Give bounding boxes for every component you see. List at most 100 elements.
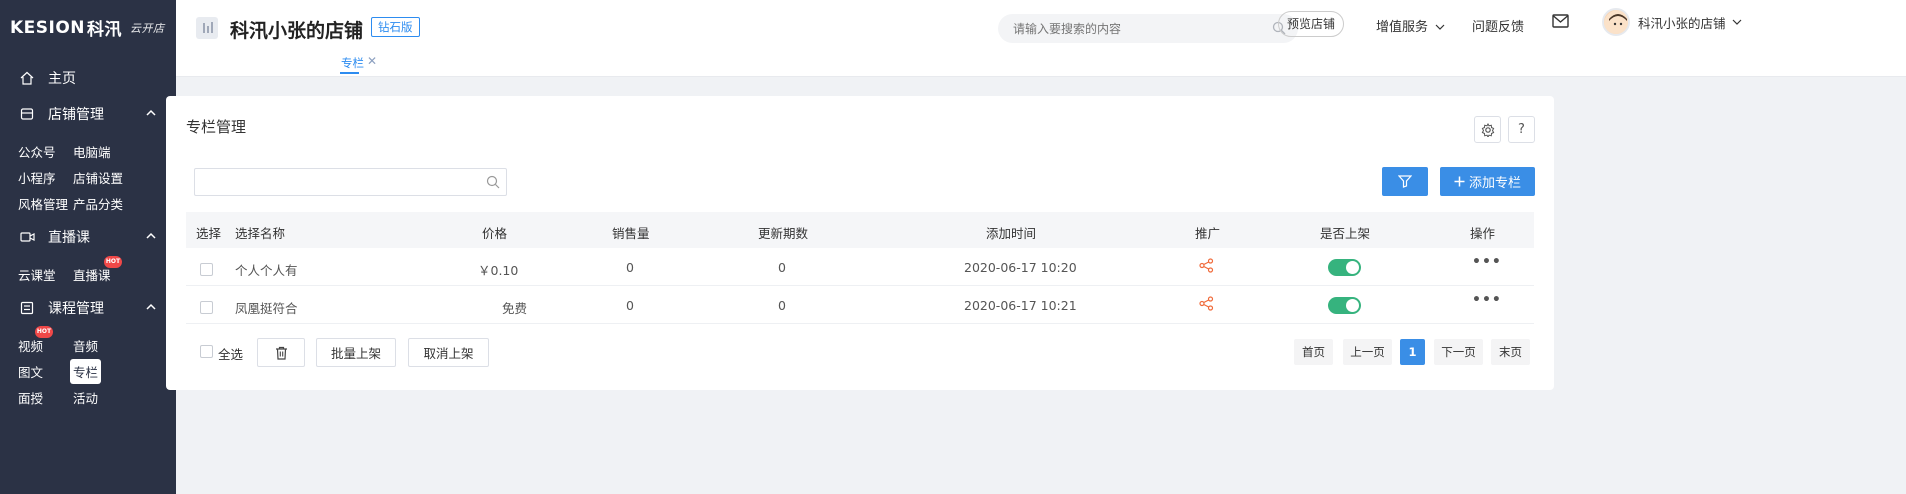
share-icon[interactable]	[1199, 258, 1214, 276]
chevron-up-icon	[146, 109, 156, 116]
add-column-label: 添加专栏	[1468, 176, 1521, 191]
row-name: 个人个人有	[235, 263, 298, 278]
col-promote: 推广	[1195, 226, 1221, 241]
sidebar-subitem-column[interactable]: 专栏	[70, 359, 102, 384]
tab-column[interactable]: 专栏	[341, 55, 364, 71]
sidebar-item-label: 主页	[48, 71, 76, 87]
table-row: 凤凰挺符合 免费 0 0 2020-06-17 10:21 •••	[186, 286, 1534, 324]
value-added-label: 增值服务	[1376, 20, 1429, 35]
hot-badge: HOT	[104, 256, 122, 268]
delete-button[interactable]	[257, 338, 305, 367]
store-title: 科汛小张的店铺	[230, 20, 364, 42]
row-issues: 0	[778, 260, 786, 275]
chevron-up-icon	[146, 232, 156, 239]
select-all-label[interactable]: 全选	[218, 344, 243, 363]
logo-sub: 云开店	[130, 21, 165, 35]
page-next[interactable]: 下一页	[1434, 339, 1483, 365]
help-button[interactable]: ?	[1508, 116, 1535, 143]
search-icon[interactable]	[486, 175, 500, 193]
sidebar-subitem-activity[interactable]: 活动	[70, 385, 101, 410]
sidebar-item-course-mgmt[interactable]: 课程管理	[0, 288, 176, 328]
feedback-link[interactable]: 问题反馈	[1472, 16, 1524, 35]
mail-icon[interactable]	[1552, 14, 1569, 32]
search-input[interactable]	[998, 14, 1238, 43]
sidebar-item-home[interactable]: 主页	[0, 58, 176, 98]
row-sales: 0	[626, 298, 634, 313]
close-icon[interactable]: ✕	[367, 54, 377, 68]
global-search[interactable]	[998, 14, 1298, 43]
preview-store-button[interactable]: 预览店铺	[1278, 11, 1344, 37]
user-menu[interactable]: 科汛小张的店铺	[1602, 8, 1742, 36]
page-last[interactable]: 末页	[1491, 339, 1530, 365]
sidebar-item-label: 直播课	[48, 230, 90, 246]
batch-on-shelf-button[interactable]: 批量上架	[316, 338, 396, 367]
row-added: 2020-06-17 10:20	[964, 260, 1077, 275]
sidebar-subitem-store-settings[interactable]: 店铺设置	[70, 165, 126, 190]
sidebar-subitem-mini-program[interactable]: 小程序	[15, 165, 59, 190]
row-sales: 0	[626, 260, 634, 275]
tab-bar: 专栏 ✕	[176, 47, 1906, 77]
row-checkbox[interactable]	[200, 263, 213, 276]
chevron-down-icon	[1435, 24, 1445, 30]
logo-text: KESION	[10, 17, 86, 38]
sidebar-subitem-face-to-face[interactable]: 面授	[15, 385, 46, 410]
sidebar-subitem-audio[interactable]: 音频	[70, 333, 101, 358]
store-logo-icon	[196, 17, 218, 39]
sidebar: KESION 科汛 云开店 主页 店铺管理 公众号 电脑端 小程序 店铺设置 风…	[0, 0, 176, 494]
col-name: 选择名称	[235, 226, 286, 241]
sidebar-item-live[interactable]: 直播课	[0, 217, 176, 257]
row-price: 免费	[502, 301, 528, 316]
sidebar-item-label: 店铺管理	[48, 107, 104, 123]
page-first[interactable]: 首页	[1294, 339, 1333, 365]
col-added: 添加时间	[986, 226, 1037, 241]
sidebar-subitem-official-account[interactable]: 公众号	[15, 139, 59, 164]
home-icon	[19, 70, 35, 86]
plus-icon	[1454, 176, 1465, 187]
trash-icon	[275, 346, 287, 360]
user-name: 科汛小张的店铺	[1638, 15, 1726, 31]
logo-cn: 科汛	[87, 20, 123, 40]
store-icon	[19, 106, 35, 122]
sidebar-subitem-pc[interactable]: 电脑端	[70, 139, 114, 164]
chevron-up-icon	[146, 303, 156, 310]
hot-badge: HOT	[35, 326, 53, 338]
sidebar-subitem-style[interactable]: 风格管理	[15, 191, 71, 216]
column-management-card: 专栏管理 ? 添加专栏 选择 选择名称 价格 销售量 更新期数 添加时间 推广 …	[166, 96, 1554, 390]
col-on-shelf: 是否上架	[1320, 226, 1371, 241]
row-name: 凤凰挺符合	[235, 301, 298, 316]
col-sales: 销售量	[612, 226, 650, 241]
select-all-checkbox[interactable]	[200, 345, 213, 358]
on-shelf-toggle[interactable]	[1328, 259, 1361, 276]
logo[interactable]: KESION 科汛 云开店	[0, 0, 176, 55]
sidebar-subitem-article[interactable]: 图文	[15, 359, 46, 384]
add-column-button[interactable]: 添加专栏	[1440, 167, 1535, 196]
row-added: 2020-06-17 10:21	[964, 298, 1077, 313]
share-icon[interactable]	[1199, 296, 1214, 314]
course-icon	[19, 300, 35, 316]
row-price: ￥0.10	[478, 263, 519, 278]
more-actions-icon[interactable]: •••	[1472, 292, 1502, 308]
col-actions: 操作	[1470, 226, 1496, 241]
on-shelf-toggle[interactable]	[1328, 297, 1361, 314]
cancel-on-shelf-button[interactable]: 取消上架	[408, 338, 489, 367]
value-added-menu[interactable]: 增值服务	[1376, 16, 1445, 35]
page-title: 专栏管理	[186, 118, 247, 136]
settings-button[interactable]	[1474, 116, 1501, 143]
chevron-down-icon	[1732, 19, 1741, 25]
row-issues: 0	[778, 298, 786, 313]
page-current[interactable]: 1	[1400, 339, 1425, 365]
col-price: 价格	[482, 226, 508, 241]
col-select: 选择	[196, 226, 222, 241]
sidebar-item-store-mgmt[interactable]: 店铺管理	[0, 94, 176, 134]
col-issues: 更新期数	[758, 226, 809, 241]
column-search-field[interactable]	[194, 168, 507, 196]
avatar	[1602, 8, 1630, 36]
video-camera-icon	[19, 229, 35, 245]
more-actions-icon[interactable]: •••	[1472, 254, 1502, 270]
sidebar-subitem-cloud-class[interactable]: 云课堂	[15, 262, 59, 287]
row-checkbox[interactable]	[200, 301, 213, 314]
page-prev[interactable]: 上一页	[1343, 339, 1392, 365]
edition-badge: 钻石版	[371, 17, 420, 37]
sidebar-subitem-category[interactable]: 产品分类	[70, 191, 126, 216]
filter-button[interactable]	[1382, 167, 1428, 196]
